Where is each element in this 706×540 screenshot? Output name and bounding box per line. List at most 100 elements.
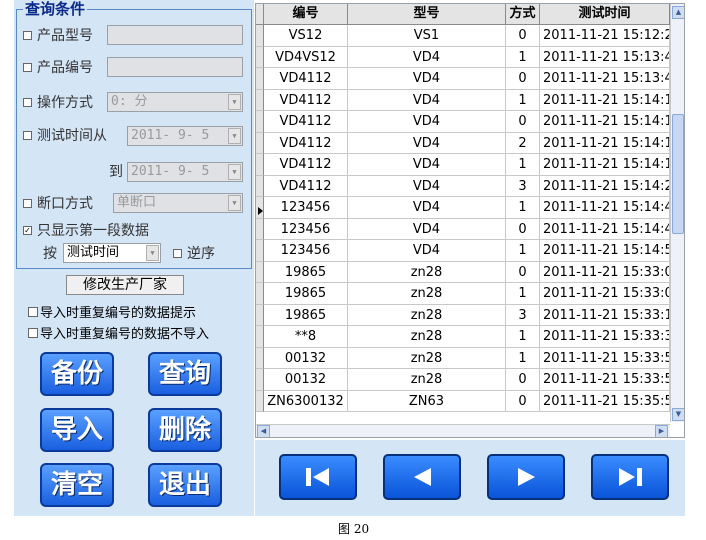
last-record-button[interactable]: [591, 454, 669, 500]
row-indicator[interactable]: [256, 218, 264, 240]
first-segment-checkbox[interactable]: ✓: [23, 225, 32, 235]
clear-button[interactable]: 清空: [40, 463, 114, 507]
table-row[interactable]: 19865 zn28 0 2011-11-21 15:33:05: [256, 261, 670, 283]
table-row[interactable]: 123456 VD4 1 2011-11-21 15:14:45: [256, 197, 670, 219]
test-time-from-picker[interactable]: 2011- 9- 5 ▼: [127, 126, 243, 146]
cell-mode[interactable]: 1: [506, 154, 540, 176]
row-indicator[interactable]: [256, 240, 264, 262]
modify-manufacturer-button[interactable]: 修改生产厂家: [66, 275, 184, 295]
row-indicator[interactable]: [256, 132, 264, 154]
row-indicator[interactable]: [256, 304, 264, 326]
cell-mode[interactable]: 1: [506, 46, 540, 68]
column-header-code[interactable]: 编号: [264, 4, 348, 25]
table-row[interactable]: 00132 zn28 1 2011-11-21 15:33:54: [256, 347, 670, 369]
product-type-input[interactable]: [107, 25, 243, 45]
cell-model[interactable]: zn28: [348, 283, 506, 305]
cell-model[interactable]: VD4: [348, 132, 506, 154]
cell-mode[interactable]: 3: [506, 304, 540, 326]
cell-model[interactable]: VD4: [348, 68, 506, 90]
op-mode-select[interactable]: 0: 分 ▼: [107, 92, 243, 112]
cell-code[interactable]: 123456: [264, 197, 348, 219]
cell-model[interactable]: VS1: [348, 25, 506, 47]
cell-mode[interactable]: 0: [506, 68, 540, 90]
break-mode-checkbox[interactable]: [23, 198, 32, 208]
table-row[interactable]: VD4112 VD4 0 2011-11-21 15:13:48: [256, 68, 670, 90]
cell-model[interactable]: VD4: [348, 218, 506, 240]
cell-test-time[interactable]: 2011-11-21 15:14:51: [540, 240, 670, 262]
table-row[interactable]: 123456 VD4 1 2011-11-21 15:14:51: [256, 240, 670, 262]
cell-code[interactable]: VD4112: [264, 154, 348, 176]
sort-by-select[interactable]: 测试时间 ▼: [63, 243, 161, 263]
cell-mode[interactable]: 1: [506, 240, 540, 262]
cell-mode[interactable]: 1: [506, 326, 540, 348]
chevron-down-icon[interactable]: ▼: [228, 164, 241, 180]
cell-code[interactable]: VS12: [264, 25, 348, 47]
dup-skip-checkbox[interactable]: [28, 327, 38, 338]
import-button[interactable]: 导入: [40, 408, 114, 452]
column-header-test-time[interactable]: 测试时间: [540, 4, 670, 25]
table-row[interactable]: VD4112 VD4 1 2011-11-21 15:14:19: [256, 154, 670, 176]
cell-code[interactable]: ZN6300132: [264, 390, 348, 412]
table-row[interactable]: VS12 VS1 0 2011-11-21 15:12:27: [256, 25, 670, 47]
cell-model[interactable]: zn28: [348, 261, 506, 283]
cell-code[interactable]: VD4112: [264, 89, 348, 111]
cell-code[interactable]: 19865: [264, 304, 348, 326]
vertical-scroll-thumb[interactable]: [672, 114, 684, 234]
cell-mode[interactable]: 0: [506, 25, 540, 47]
column-header-model[interactable]: 型号: [348, 4, 506, 25]
scroll-left-icon[interactable]: ◀: [257, 425, 270, 437]
cell-mode[interactable]: 1: [506, 197, 540, 219]
product-code-checkbox[interactable]: [23, 62, 32, 72]
horizontal-scrollbar[interactable]: ◀ ▶: [256, 424, 670, 437]
table-row[interactable]: VD4112 VD4 2 2011-11-21 15:14:16: [256, 132, 670, 154]
cell-mode[interactable]: 0: [506, 218, 540, 240]
cell-test-time[interactable]: 2011-11-21 15:14:23: [540, 175, 670, 197]
row-indicator[interactable]: [256, 283, 264, 305]
table-row[interactable]: 19865 zn28 3 2011-11-21 15:33:12: [256, 304, 670, 326]
cell-code[interactable]: **8: [264, 326, 348, 348]
cell-model[interactable]: VD4: [348, 197, 506, 219]
scroll-down-icon[interactable]: ▼: [672, 408, 684, 421]
next-record-button[interactable]: [487, 454, 565, 500]
cell-test-time[interactable]: 2011-11-21 15:33:35: [540, 326, 670, 348]
delete-button[interactable]: 删除: [148, 408, 222, 452]
row-indicator[interactable]: [256, 111, 264, 133]
cell-model[interactable]: zn28: [348, 304, 506, 326]
cell-test-time[interactable]: 2011-11-21 15:33:05: [540, 261, 670, 283]
backup-button[interactable]: 备份: [40, 352, 114, 396]
cell-model[interactable]: VD4: [348, 46, 506, 68]
product-code-input[interactable]: [107, 57, 243, 77]
cell-test-time[interactable]: 2011-11-21 15:14:48: [540, 218, 670, 240]
test-time-checkbox[interactable]: [23, 130, 32, 140]
prev-record-button[interactable]: [383, 454, 461, 500]
exit-button[interactable]: 退出: [148, 463, 222, 507]
cell-mode[interactable]: 1: [506, 89, 540, 111]
row-indicator[interactable]: [256, 326, 264, 348]
cell-mode[interactable]: 1: [506, 283, 540, 305]
cell-code[interactable]: VD4112: [264, 68, 348, 90]
cell-test-time[interactable]: 2011-11-21 15:14:45: [540, 197, 670, 219]
table-row[interactable]: VD4112 VD4 1 2011-11-21 15:14:10: [256, 89, 670, 111]
cell-test-time[interactable]: 2011-11-21 15:33:12: [540, 304, 670, 326]
column-header-mode[interactable]: 方式: [506, 4, 540, 25]
chevron-down-icon[interactable]: ▼: [146, 245, 159, 261]
cell-mode[interactable]: 3: [506, 175, 540, 197]
cell-code[interactable]: 00132: [264, 369, 348, 391]
product-type-checkbox[interactable]: [23, 30, 32, 40]
cell-mode[interactable]: 0: [506, 111, 540, 133]
test-time-to-picker[interactable]: 2011- 9- 5 ▼: [127, 162, 243, 182]
cell-code[interactable]: 123456: [264, 218, 348, 240]
scroll-right-icon[interactable]: ▶: [655, 425, 668, 437]
row-indicator[interactable]: [256, 390, 264, 412]
vertical-scrollbar[interactable]: ▲ ▼: [670, 4, 684, 422]
row-indicator[interactable]: [256, 369, 264, 391]
chevron-down-icon[interactable]: ▼: [228, 94, 241, 110]
cell-test-time[interactable]: 2011-11-21 15:12:27: [540, 25, 670, 47]
cell-code[interactable]: 123456: [264, 240, 348, 262]
table-row[interactable]: **8 zn28 1 2011-11-21 15:33:35: [256, 326, 670, 348]
cell-test-time[interactable]: 2011-11-21 15:33:54: [540, 347, 670, 369]
table-row[interactable]: 00132 zn28 0 2011-11-21 15:33:57: [256, 369, 670, 391]
cell-test-time[interactable]: 2011-11-21 15:33:57: [540, 369, 670, 391]
cell-model[interactable]: VD4: [348, 240, 506, 262]
cell-test-time[interactable]: 2011-11-21 15:33:08: [540, 283, 670, 305]
